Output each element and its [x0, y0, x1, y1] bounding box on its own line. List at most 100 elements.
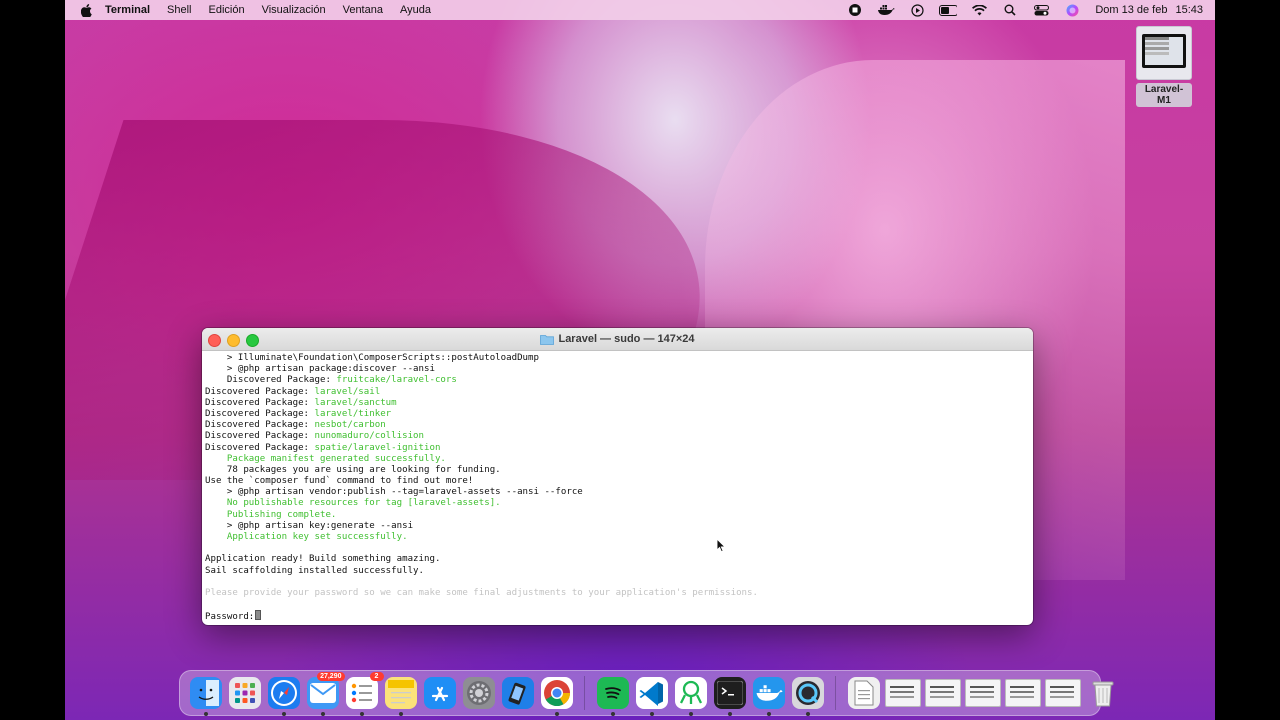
document-icon[interactable]	[847, 677, 880, 709]
package-name: fruitcake/laravel-cors	[336, 375, 457, 386]
minimized-window-thumbnail[interactable]	[1005, 679, 1041, 707]
quicktime-icon[interactable]	[791, 677, 824, 716]
minimized-window-thumbnail[interactable]	[1045, 679, 1081, 707]
menu-visualizacion[interactable]: Visualización	[262, 0, 326, 20]
terminal-line: Discovered Package: laravel/sanctum	[205, 398, 1030, 409]
running-indicator	[649, 712, 654, 716]
menu-app-terminal[interactable]: Terminal	[105, 0, 150, 20]
terminal-line-text: > Illuminate\Foundation\ComposerScripts:…	[205, 353, 539, 363]
terminal-line: Publishing complete.	[205, 510, 1030, 521]
terminal-line: Package manifest generated successfully.	[205, 454, 1030, 465]
play-icon[interactable]	[908, 3, 926, 17]
spotlight-search-icon[interactable]	[1001, 3, 1019, 17]
minimized-window-thumbnail[interactable]	[965, 679, 1001, 707]
minimize-window-button[interactable]	[227, 334, 240, 347]
terminal-line: Application key set successfully.	[205, 532, 1030, 543]
package-name: nunomaduro/collision	[314, 431, 425, 442]
control-center-icon[interactable]	[1032, 3, 1050, 17]
desktop-file-label: Laravel-M1	[1136, 83, 1192, 107]
terminal-line: Discovered Package: laravel/sail	[205, 387, 1030, 398]
safari-icon[interactable]	[267, 677, 300, 716]
wifi-icon[interactable]	[970, 3, 988, 17]
window-titlebar[interactable]: Laravel — sudo — 147×24	[202, 328, 1033, 351]
mail-icon[interactable]: 27,290	[306, 672, 345, 716]
menu-ayuda[interactable]: Ayuda	[400, 0, 431, 20]
menu-shell[interactable]: Shell	[167, 0, 191, 20]
terminal-line: No publishable resources for tag [larave…	[205, 498, 1030, 509]
system-preferences-icon[interactable]	[462, 677, 495, 709]
menu-edicion[interactable]: Edición	[209, 0, 245, 20]
terminal-window[interactable]: Laravel — sudo — 147×24 > Illuminate\Fou…	[202, 328, 1033, 625]
terminal-line: Discovered Package: spatie/laravel-ignit…	[205, 443, 1030, 454]
package-name: laravel/sail	[314, 386, 381, 397]
terminal-line: Sail scaffolding installed successfully.	[205, 566, 1030, 577]
terminal-output[interactable]: > Illuminate\Foundation\ComposerScripts:…	[202, 351, 1033, 624]
terminal-line-text: > @php artisan key:generate --ansi	[205, 520, 414, 531]
terminal-line: Discovered Package: laravel/tinker	[205, 409, 1030, 420]
minimized-window-thumbnail[interactable]	[925, 679, 961, 707]
minimized-window-thumbnail[interactable]	[885, 679, 921, 707]
dock: 27,290 2	[179, 670, 1113, 716]
docker-icon[interactable]	[752, 677, 785, 716]
terminal-line-text: > @php artisan package:discover --ansi	[205, 364, 435, 375]
window-title-text: Laravel — sudo — 147×24	[558, 333, 695, 345]
vscode-icon[interactable]	[635, 677, 668, 716]
window-title: Laravel — sudo — 147×24	[540, 333, 695, 345]
reminders-icon[interactable]: 2	[345, 672, 384, 716]
running-indicator	[766, 712, 771, 716]
terminal-line-text: Application key set successfully.	[205, 532, 408, 542]
launchpad-icon[interactable]	[228, 677, 261, 709]
apple-menu-icon[interactable]	[79, 3, 93, 17]
terminal-line: > @php artisan vendor:publish --tag=lara…	[205, 487, 1030, 498]
notification-badge: 2	[369, 672, 384, 681]
terminal-line-text: Package manifest generated successfully.	[205, 453, 446, 464]
terminal-line: Discovered Package: fruitcake/laravel-co…	[205, 375, 1030, 386]
app-store-icon[interactable]	[423, 677, 456, 709]
mouse-pointer-icon	[716, 538, 726, 553]
running-indicator	[688, 712, 693, 716]
terminal-line-text: 78 packages you are using are looking fo…	[205, 464, 501, 475]
package-name: nesbot/carbon	[314, 420, 386, 431]
running-indicator	[203, 712, 208, 716]
terminal-line-text: Please provide your password so we can m…	[205, 587, 758, 598]
record-stop-icon[interactable]	[846, 3, 864, 17]
terminal-line-text: Discovered Package:	[205, 375, 337, 386]
menu-bar: Terminal Shell Edición Visualización Ven…	[65, 0, 1215, 20]
running-indicator	[610, 712, 615, 716]
menu-ventana[interactable]: Ventana	[343, 0, 383, 20]
running-indicator	[398, 712, 403, 716]
terminal-line-text: Password:	[205, 612, 255, 623]
siri-icon[interactable]	[1063, 3, 1081, 17]
status-area: Dom 13 de feb 15:43	[833, 3, 1203, 17]
trash-icon[interactable]	[1087, 677, 1119, 709]
terminal-line-text: No publishable resources for tag [larave…	[205, 498, 501, 509]
package-name: spatie/laravel-ignition	[314, 442, 441, 453]
folder-icon	[540, 334, 555, 345]
terminal-line-text: Discovered Package:	[205, 420, 315, 431]
battery-icon[interactable]	[939, 3, 958, 17]
terminal-line: > @php artisan key:generate --ansi	[205, 521, 1030, 532]
finder-icon[interactable]	[189, 677, 222, 716]
chrome-icon[interactable]	[540, 677, 573, 716]
docker-status-icon[interactable]	[877, 3, 896, 17]
terminal-line-text: Discovered Package:	[205, 386, 315, 397]
terminal-line: Application ready! Build something amazi…	[205, 554, 1030, 565]
menubar-date[interactable]: Dom 13 de feb	[1095, 4, 1167, 16]
terminal-icon[interactable]	[713, 677, 746, 716]
notes-icon[interactable]	[384, 677, 417, 716]
phpstorm-icon[interactable]	[674, 677, 707, 716]
terminal-line-text: > @php artisan vendor:publish --tag=lara…	[205, 487, 583, 498]
zoom-window-button[interactable]	[246, 334, 259, 347]
file-thumbnail	[1136, 26, 1192, 80]
package-name: laravel/sanctum	[314, 397, 397, 408]
dock-separator	[835, 676, 836, 710]
menubar-clock[interactable]: 15:43	[1175, 4, 1203, 16]
desktop-file-icon[interactable]: Laravel-M1	[1136, 26, 1192, 108]
spotify-icon[interactable]	[596, 677, 629, 716]
xcode-simulator-icon[interactable]	[501, 677, 534, 709]
terminal-line: Please provide your password so we can m…	[205, 588, 1030, 599]
traffic-lights	[208, 334, 265, 347]
running-indicator	[320, 712, 325, 716]
close-window-button[interactable]	[208, 334, 221, 347]
